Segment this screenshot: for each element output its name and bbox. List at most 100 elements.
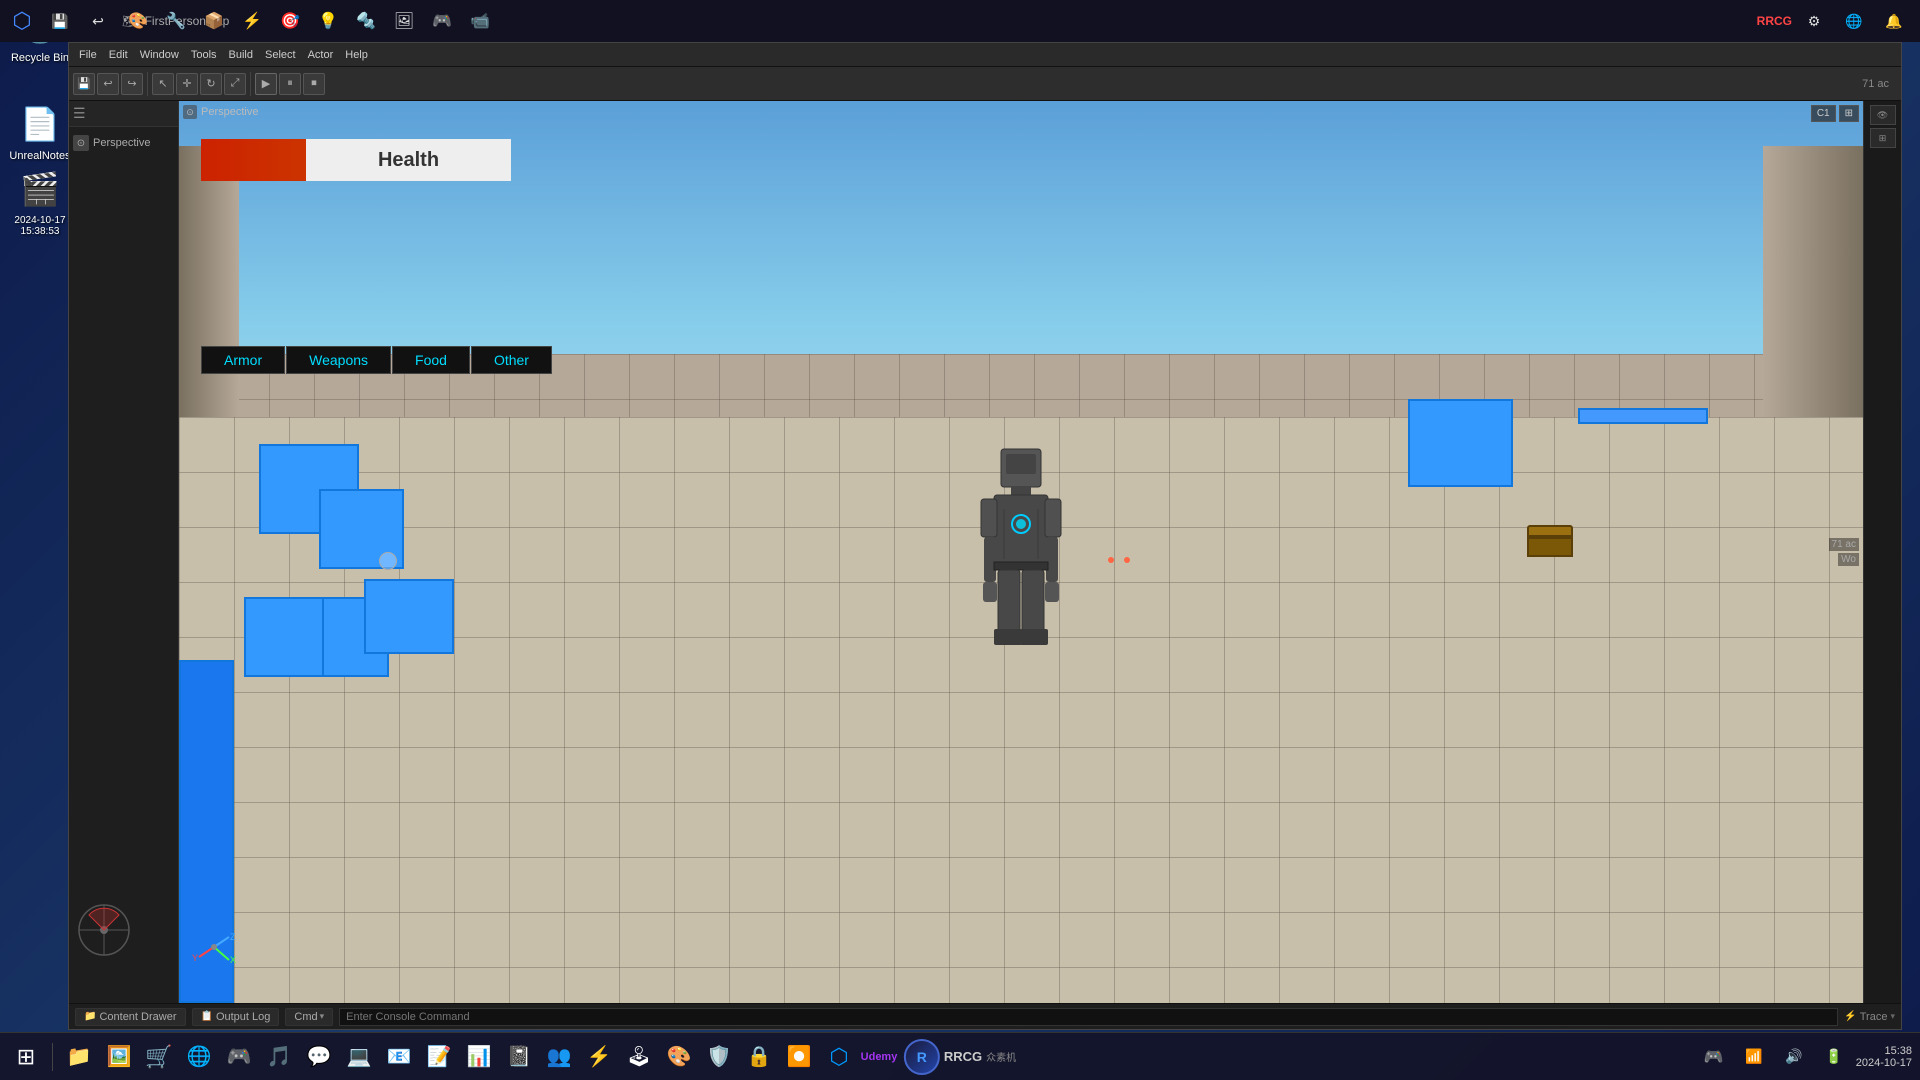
taskbar-creative[interactable]: 🎨: [661, 1039, 697, 1075]
camera-btn-1[interactable]: C1: [1811, 105, 1836, 122]
viewport-area[interactable]: Health Armor Weapons Food Other ⊙ Perspe…: [179, 101, 1863, 1003]
toolbar-sep2: [250, 72, 251, 96]
top-icon-1[interactable]: 🎨: [120, 3, 156, 39]
taskbar-antivirus[interactable]: 🛡️: [701, 1039, 737, 1075]
console-input[interactable]: [339, 1008, 1838, 1026]
taskbar-epic[interactable]: ⚡: [581, 1039, 617, 1075]
menu-select[interactable]: Select: [259, 47, 302, 63]
svg-text:X: X: [230, 955, 236, 965]
notif-icon[interactable]: 🔔: [1876, 3, 1912, 39]
top-icon-8[interactable]: 🖼: [386, 3, 422, 39]
blue-box-4: [244, 597, 324, 677]
move-btn[interactable]: ✛: [176, 73, 198, 95]
menu-bar: File Edit Window Tools Build Select Acto…: [69, 43, 1901, 67]
menu-edit[interactable]: Edit: [103, 47, 134, 63]
taskbar-obs[interactable]: ⏺️: [781, 1039, 817, 1075]
tray-battery[interactable]: 🔋: [1816, 1039, 1852, 1075]
status-bar: 📁 Content Drawer 📋 Output Log Cmd ▾ ⚡ Tr…: [69, 1003, 1901, 1029]
output-log-icon: 📋: [201, 1011, 213, 1022]
tab-food[interactable]: Food: [392, 346, 470, 374]
menu-actor[interactable]: Actor: [302, 47, 340, 63]
trace-btn[interactable]: ⚡ Trace ▾: [1844, 1011, 1895, 1023]
taskbar-explorer[interactable]: 📁: [61, 1039, 97, 1075]
top-icon-4[interactable]: ⚡: [234, 3, 270, 39]
particle-dots: [1105, 552, 1132, 566]
stat-fps: 71 ac: [1829, 538, 1859, 551]
menu-file[interactable]: File: [73, 47, 103, 63]
cmd-dropdown-btn[interactable]: Cmd ▾: [285, 1008, 333, 1026]
taskbar-store[interactable]: 🛒: [141, 1039, 177, 1075]
start-button[interactable]: ⊞: [8, 1039, 44, 1075]
taskbar-browser[interactable]: 🌐: [181, 1039, 217, 1075]
top-icon-7[interactable]: 🔩: [348, 3, 384, 39]
taskbar-onenote[interactable]: 📓: [501, 1039, 537, 1075]
play-btn[interactable]: ▶: [255, 73, 277, 95]
inventory-tabs: Armor Weapons Food Other: [201, 346, 552, 374]
pause-btn[interactable]: ⏸: [279, 73, 301, 95]
right-panel-btn-eye[interactable]: 👁: [1870, 105, 1896, 125]
top-icon-6[interactable]: 💡: [310, 3, 346, 39]
taskbar-vscode[interactable]: 💻: [341, 1039, 377, 1075]
taskbar-spotify[interactable]: 🎵: [261, 1039, 297, 1075]
tray-audio[interactable]: 🔊: [1776, 1039, 1812, 1075]
taskbar-photos[interactable]: 🖼️: [101, 1039, 137, 1075]
menu-build[interactable]: Build: [223, 47, 259, 63]
perspective-selector[interactable]: ⊙ Perspective: [69, 127, 178, 159]
taskbar-game1[interactable]: 🎮: [221, 1039, 257, 1075]
dot-1: [1108, 557, 1114, 563]
menu-help[interactable]: Help: [339, 47, 374, 63]
camera-btn-2[interactable]: ⊞: [1839, 105, 1859, 122]
save-btn[interactable]: 💾: [42, 3, 78, 39]
network-icon[interactable]: 🌐: [1836, 3, 1872, 39]
undo-btn[interactable]: ↩: [97, 73, 119, 95]
health-bar-fill: [201, 139, 306, 181]
settings-icon[interactable]: ⚙: [1796, 3, 1832, 39]
menu-tools[interactable]: Tools: [185, 47, 223, 63]
sidebar-header: ☰: [69, 101, 178, 127]
rotate-btn[interactable]: ↻: [200, 73, 222, 95]
menu-window[interactable]: Window: [134, 47, 185, 63]
compass-svg: [74, 900, 134, 960]
tab-weapons[interactable]: Weapons: [286, 346, 391, 374]
top-icon-2[interactable]: 🔧: [158, 3, 194, 39]
perspective-viewport-icon: ⊙: [183, 105, 197, 119]
taskbar-discord[interactable]: 💬: [301, 1039, 337, 1075]
tray-network[interactable]: 📶: [1736, 1039, 1772, 1075]
taskbar-security[interactable]: 🔒: [741, 1039, 777, 1075]
content-drawer-btn[interactable]: 📁 Content Drawer: [75, 1008, 186, 1026]
sidebar-toggle-btn[interactable]: ☰: [73, 105, 86, 122]
taskbar-excel[interactable]: 📊: [461, 1039, 497, 1075]
top-icon-5[interactable]: 🎯: [272, 3, 308, 39]
ue-main-window: File Edit Window Tools Build Select Acto…: [68, 42, 1902, 1030]
taskbar-udemy[interactable]: Udemy: [861, 1039, 897, 1075]
perspective-icon: ⊙: [73, 135, 89, 151]
recycle-bin-label: Recycle Bin: [11, 52, 69, 64]
content-drawer-label: Content Drawer: [99, 1011, 176, 1023]
right-panel-btn-grid[interactable]: ⊞: [1870, 128, 1896, 148]
output-log-btn[interactable]: 📋 Output Log: [192, 1008, 280, 1026]
main-content: ☰ ⊙ Perspective: [69, 101, 1901, 1003]
stop-btn[interactable]: ⏹: [303, 73, 325, 95]
taskbar-ue5[interactable]: ⬡: [821, 1039, 857, 1075]
treasure-chest: [1527, 525, 1573, 557]
tab-armor[interactable]: Armor: [201, 346, 285, 374]
tray-steam[interactable]: 🎮: [1696, 1039, 1732, 1075]
top-icon-10[interactable]: 📹: [462, 3, 498, 39]
revision-btn[interactable]: ↩: [80, 3, 116, 39]
taskbar-word[interactable]: 📝: [421, 1039, 457, 1075]
taskbar-teams[interactable]: 👥: [541, 1039, 577, 1075]
tab-other[interactable]: Other: [471, 346, 552, 374]
select-btn[interactable]: ↖: [152, 73, 174, 95]
top-icon-9[interactable]: 🎮: [424, 3, 460, 39]
scale-btn[interactable]: ⤢: [224, 73, 246, 95]
taskbar-slack[interactable]: 📧: [381, 1039, 417, 1075]
viewport-perspective-label[interactable]: ⊙ Perspective: [183, 105, 258, 119]
toolbar: 💾 ↩ ↪ ↖ ✛ ↻ ⤢ ▶ ⏸ ⏹ 71 ac: [69, 67, 1901, 101]
video-label: 2024-10-17 15:38:53: [14, 215, 65, 237]
taskbar-itchio[interactable]: 🕹: [621, 1039, 657, 1075]
rrcg-brand-label: RRCG: [944, 1049, 982, 1064]
save-toolbar-btn[interactable]: 💾: [73, 73, 95, 95]
redo-btn[interactable]: ↪: [121, 73, 143, 95]
top-taskbar: ⬡ 💾 ↩ 🗺 FirstPersonMap 🎨 🔧 📦 ⚡ 🎯 💡 🔩 🖼 🎮…: [0, 0, 1920, 42]
top-icon-3[interactable]: 📦: [196, 3, 232, 39]
